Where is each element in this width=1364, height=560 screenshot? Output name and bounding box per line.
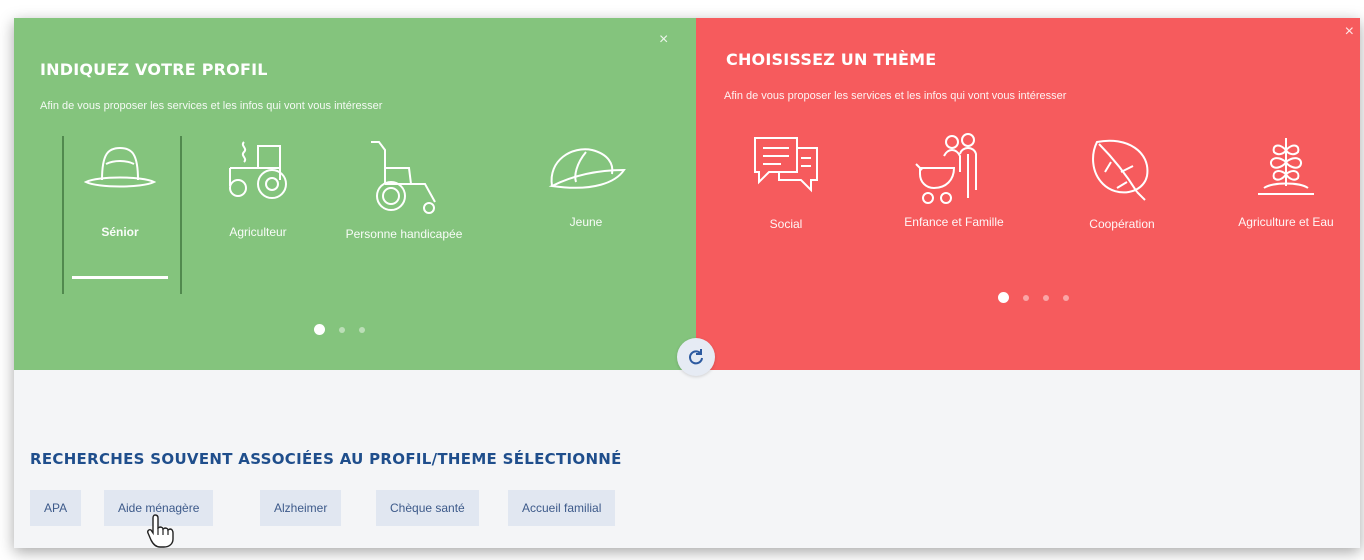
tag-apa[interactable]: APA xyxy=(30,490,82,526)
speech-bubbles-icon xyxy=(754,137,818,193)
theme-item-enfance[interactable]: Enfance et Famille xyxy=(894,132,1014,230)
profile-item-handicap[interactable]: Personne handicapée xyxy=(344,140,464,242)
profile-item-jeune[interactable]: Jeune xyxy=(526,140,646,230)
theme-item-agriculture[interactable]: Agriculture et Eau xyxy=(1226,132,1346,230)
theme-item-label: Enfance et Famille xyxy=(904,215,1004,229)
theme-item-social[interactable]: Social xyxy=(726,132,846,232)
refresh-button[interactable] xyxy=(677,338,715,376)
pager-dot[interactable] xyxy=(998,292,1009,303)
wheelchair-icon xyxy=(371,141,436,214)
profile-panel: INDIQUEZ VOTRE PROFIL Afin de vous propo… xyxy=(14,18,696,370)
pager-dot[interactable] xyxy=(1063,294,1069,301)
profile-theme-card: INDIQUEZ VOTRE PROFIL Afin de vous propo… xyxy=(14,18,1360,548)
profile-pager xyxy=(314,324,365,335)
pager-dot[interactable] xyxy=(314,324,325,335)
profile-close-icon[interactable]: × xyxy=(659,32,668,48)
profile-item-label: Jeune xyxy=(569,215,603,229)
profile-item-label: Personne handicapée xyxy=(345,227,463,241)
leaf-icon xyxy=(1092,139,1149,201)
theme-item-cooperation[interactable]: Coopération xyxy=(1062,132,1182,232)
pager-dot[interactable] xyxy=(1043,294,1049,301)
tag-cheque-sante[interactable]: Chèque santé xyxy=(376,490,479,526)
profile-subtitle: Afin de vous proposer les services et le… xyxy=(40,100,383,112)
hat-icon xyxy=(84,146,156,188)
associated-searches-title: RECHERCHES SOUVENT ASSOCIÉES AU PROFIL/T… xyxy=(30,450,622,468)
theme-subtitle: Afin de vous proposer les services et le… xyxy=(724,90,1067,102)
theme-close-icon[interactable]: × xyxy=(1345,24,1354,40)
theme-item-label: Social xyxy=(769,217,803,231)
theme-panel: CHOISISSEZ UN THÈME Afin de vous propose… xyxy=(696,18,1360,370)
theme-title: CHOISISSEZ UN THÈME xyxy=(726,50,937,69)
pager-dot[interactable] xyxy=(339,326,345,333)
pager-dot[interactable] xyxy=(359,326,365,333)
theme-item-label: Coopération xyxy=(1089,217,1155,231)
profile-item-senior[interactable]: Sénior xyxy=(60,140,180,240)
theme-items: Social Enfance et Famille Coopération Ag… xyxy=(696,128,1360,298)
theme-item-label: Agriculture et Eau xyxy=(1238,215,1334,229)
tractor-icon xyxy=(229,141,287,199)
theme-pager xyxy=(998,292,1069,303)
profile-item-label: Sénior xyxy=(101,225,139,239)
profile-item-agriculteur[interactable]: Agriculteur xyxy=(198,140,318,240)
cap-icon xyxy=(548,148,626,189)
family-stroller-icon xyxy=(915,133,977,204)
tag-alzheimer[interactable]: Alzheimer xyxy=(260,490,342,526)
profile-selected-underline xyxy=(72,276,168,279)
profile-title: INDIQUEZ VOTRE PROFIL xyxy=(40,60,268,79)
profile-items: Sénior Agriculteur Personne handicapée J… xyxy=(14,136,696,306)
plant-sprout-icon xyxy=(1258,138,1314,195)
refresh-icon xyxy=(689,349,703,365)
hand-pointer-icon xyxy=(147,514,174,548)
tag-accueil-familial[interactable]: Accueil familial xyxy=(508,490,616,526)
pager-dot[interactable] xyxy=(1023,294,1029,301)
profile-item-label: Agriculteur xyxy=(229,225,287,239)
